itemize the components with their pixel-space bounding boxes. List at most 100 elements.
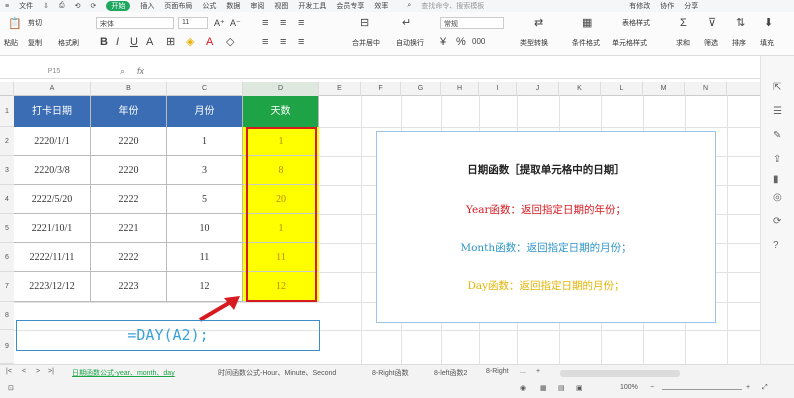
merge-icon[interactable]: ⊟ [360,17,369,29]
redo-icon[interactable]: ⟳ [90,2,96,10]
sort-button[interactable]: 排序 [732,38,746,48]
zoom-in-icon[interactable]: + [746,384,750,391]
print-icon[interactable]: ⎙ [59,2,65,10]
sort-icon[interactable]: ⇅ [736,17,745,29]
row-header-3[interactable]: 3 [0,156,14,185]
row-header-7[interactable]: 7 [0,272,14,302]
currency-icon[interactable]: ¥ [440,36,446,48]
column-header-k[interactable]: K [559,82,601,96]
row-header-6[interactable]: 6 [0,243,14,272]
column-header-j[interactable]: J [517,82,559,96]
prev-sheet-icon[interactable]: < [22,368,26,375]
fill-color-icon[interactable]: ◈ [186,36,194,48]
menu-member[interactable]: 会员专享 [336,1,364,11]
table-cell[interactable]: 1 [167,127,243,156]
menu-efficiency[interactable]: 效率 [374,1,388,11]
table-cell[interactable]: 2220 [91,156,167,185]
format-painter-button[interactable]: 格式刷 [58,38,79,48]
table-cell[interactable]: 3 [167,156,243,185]
align-left-icon[interactable]: ≡ [262,36,268,48]
column-header-c[interactable]: C [167,82,243,96]
sheet-tab[interactable]: 8-Right [486,368,509,375]
menu-view[interactable]: 视图 [274,1,288,11]
column-header-b[interactable]: B [91,82,167,96]
header-cell-year[interactable]: 年份 [91,96,167,127]
menu-review[interactable]: 审阅 [250,1,264,11]
location-icon[interactable]: ◎ [773,192,782,203]
select-all-corner[interactable] [0,82,14,96]
reading-view-icon[interactable]: ▣ [576,384,583,392]
command-search[interactable]: 查找命令、搜索模板 [421,1,484,11]
table-cell[interactable]: 2222 [91,185,167,214]
filter-button[interactable]: 筛选 [704,38,718,48]
row-header-5[interactable]: 5 [0,214,14,243]
pointer-icon[interactable]: ⇱ [773,82,781,93]
normal-view-icon[interactable]: ▦ [540,384,547,392]
align-bottom-icon[interactable]: ≡ [298,17,304,29]
column-header-m[interactable]: M [643,82,685,96]
table-cell[interactable]: 2220/3/8 [14,156,91,185]
column-header-i[interactable]: I [479,82,517,96]
wrap-text-button[interactable]: 自动换行 [396,38,424,48]
cond-format-icon[interactable]: ▦ [582,17,592,29]
font-color-icon[interactable]: A [206,36,213,48]
fullscreen-icon[interactable]: ⤢ [762,384,768,392]
wrap-icon[interactable]: ↵ [402,17,411,29]
cell-style-button[interactable]: 单元格样式 [612,38,647,48]
strikethrough-icon[interactable]: A [146,36,153,48]
font-shrink-icon[interactable]: A⁻ [230,17,241,29]
row-header-2[interactable]: 2 [0,127,14,156]
table-style-button[interactable]: 表格样式 [622,18,650,28]
sum-button[interactable]: 求和 [676,38,690,48]
column-header-h[interactable]: H [441,82,479,96]
more-sheets-icon[interactable]: ... [520,368,526,375]
table-cell[interactable]: 2223/12/12 [14,272,91,302]
column-header-f[interactable]: F [361,82,401,96]
properties-icon[interactable]: ☰ [773,106,782,117]
page-view-icon[interactable]: ▤ [558,384,565,392]
align-right-icon[interactable]: ≡ [298,36,304,48]
name-box[interactable]: P15 [18,64,90,79]
table-cell[interactable]: 11 [167,243,243,272]
undo-icon[interactable]: ⟲ [75,2,81,10]
zoom-lookup-icon[interactable]: ⌕ [120,66,125,77]
number-format-select[interactable]: 常规 [440,17,504,29]
sum-icon[interactable]: Σ [680,17,687,29]
sheet-tab-active[interactable]: 日期函数公式-year、month、day [72,368,175,378]
table-cell[interactable]: 10 [167,214,243,243]
menu-page-layout[interactable]: 页面布局 [164,1,192,11]
table-cell[interactable]: 2222/11/11 [14,243,91,272]
bold-icon[interactable]: B [100,36,108,48]
date-functions-info-box[interactable]: 日期函数［提取单元格中的日期］ Year函数：返回指定日期的年份； Month函… [376,131,716,323]
column-header-d[interactable]: D [243,82,319,96]
table-cell[interactable]: 2222/5/20 [14,185,91,214]
type-convert-button[interactable]: 类型转换 [520,38,548,48]
menu-data[interactable]: 数据 [226,1,240,11]
conditional-format-button[interactable]: 条件格式 [572,38,600,48]
table-cell[interactable]: 2223 [91,272,167,302]
header-cell-date[interactable]: 打卡日期 [14,96,91,127]
align-center-icon[interactable]: ≡ [280,36,286,48]
zoom-slider[interactable] [662,389,742,390]
sheet-tab[interactable]: 8-left函数2 [434,368,467,378]
italic-icon[interactable]: I [116,36,119,48]
fx-label[interactable]: fx [137,66,144,76]
column-header-n[interactable]: N [685,82,727,96]
row-header-8[interactable]: 8 [0,302,14,330]
fill-icon[interactable]: ⬇ [764,17,773,29]
help-icon[interactable]: ? [773,240,779,251]
next-sheet-icon[interactable]: > [36,368,40,375]
column-header-g[interactable]: G [401,82,441,96]
cut-button[interactable]: 剪切 [28,18,42,28]
table-cell[interactable]: 2221/10/1 [14,214,91,243]
tools-icon[interactable]: ✎ [773,130,781,141]
menu-file[interactable]: 文件 [19,1,33,11]
row-header-1[interactable]: 1 [0,96,14,127]
border-icon[interactable]: ⊞ [166,36,175,48]
copy-button[interactable]: 复制 [28,38,42,48]
font-name-select[interactable]: 宋体 [96,17,174,29]
row-header-4[interactable]: 4 [0,185,14,214]
align-middle-icon[interactable]: ≡ [280,17,286,29]
merge-center-button[interactable]: 合并居中 [352,38,380,48]
zoom-out-icon[interactable]: − [650,384,654,391]
